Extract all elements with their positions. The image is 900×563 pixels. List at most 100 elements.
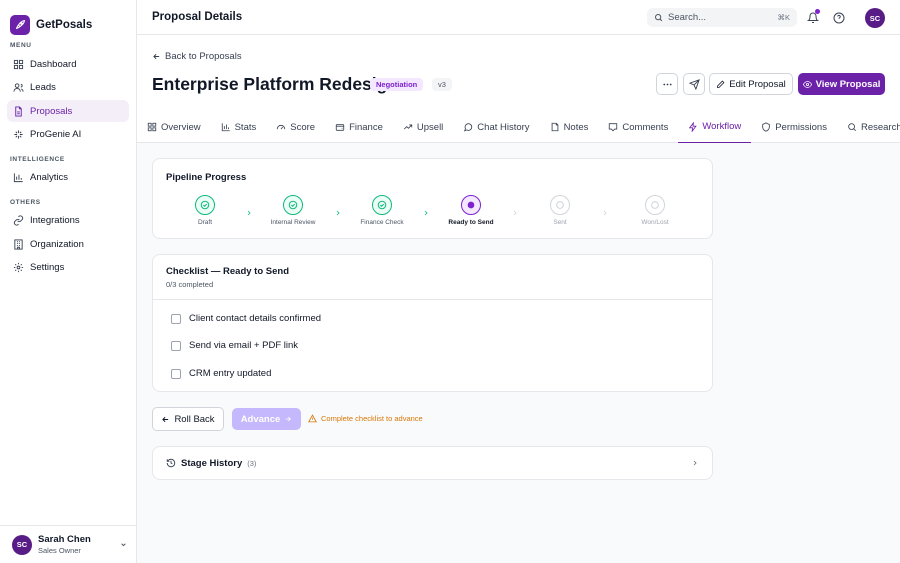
- tab-score[interactable]: Score: [266, 111, 325, 143]
- stage-internal-review[interactable]: Internal Review: [263, 195, 323, 226]
- building-icon: [13, 239, 24, 250]
- gear-icon: [13, 262, 24, 273]
- chevron-right-icon: [334, 204, 342, 216]
- stage-label: Ready to Send: [448, 219, 494, 226]
- tab-overview[interactable]: Overview: [137, 111, 211, 143]
- user-profile[interactable]: SC Sarah Chen Sales Owner: [0, 525, 136, 563]
- circle-icon: [645, 195, 665, 215]
- edit-proposal-button[interactable]: Edit Proposal: [709, 73, 793, 95]
- checklist-item[interactable]: Client contact details confirmed: [171, 313, 321, 324]
- tab-chat-history[interactable]: Chat History: [453, 111, 539, 143]
- warning-icon: [308, 414, 317, 423]
- stage-history-title: Stage History: [181, 457, 243, 469]
- tab-upsell[interactable]: Upsell: [393, 111, 453, 143]
- tab-finance[interactable]: Finance: [325, 111, 393, 143]
- checkbox[interactable]: [171, 368, 181, 379]
- chat-icon: [464, 123, 473, 132]
- tab-label: Comments: [622, 121, 669, 133]
- tab-research[interactable]: Research: [837, 111, 900, 143]
- tab-workflow[interactable]: Workflow: [678, 111, 752, 143]
- sidebar-item-progenie[interactable]: ProGenie AI: [7, 124, 129, 146]
- sidebar-item-dashboard[interactable]: Dashboard: [7, 53, 129, 75]
- arrow-left-icon: [162, 416, 169, 422]
- pencil-icon: [717, 80, 725, 88]
- check-circle-icon: [195, 195, 215, 215]
- sidebar-item-label: Dashboard: [30, 58, 77, 70]
- tab-label: Upsell: [416, 121, 444, 133]
- eye-icon: [802, 80, 812, 88]
- divider: [153, 299, 712, 300]
- advance-button[interactable]: Advance: [232, 408, 301, 430]
- arrow-left-icon: [153, 53, 160, 60]
- menu-section-title: MENU: [10, 42, 32, 49]
- page-title: Proposal Details: [152, 11, 243, 23]
- checklist-item[interactable]: CRM entry updated: [171, 368, 271, 379]
- search-icon: [848, 123, 857, 132]
- help-icon[interactable]: [832, 11, 845, 24]
- sidebar: GetPosals MENU Dashboard Leads Proposals…: [0, 0, 137, 563]
- sidebar-item-label: Integrations: [30, 215, 80, 227]
- sidebar-item-label: Organization: [30, 238, 84, 250]
- tab-permissions[interactable]: Permissions: [751, 111, 837, 143]
- status-badge: Negotiation: [370, 78, 424, 91]
- chevron-up-down-icon[interactable]: [119, 536, 128, 554]
- checkbox[interactable]: [171, 313, 181, 324]
- stage-won-lost[interactable]: Won/Lost: [625, 195, 685, 226]
- sidebar-item-settings[interactable]: Settings: [7, 257, 129, 279]
- tab-bar: Overview Stats Score Finance Upsell Chat…: [137, 111, 900, 143]
- bar-chart-icon: [13, 172, 24, 183]
- sidebar-item-label: Analytics: [30, 172, 69, 184]
- search-placeholder: Search...: [668, 12, 707, 23]
- stage-sent[interactable]: Sent: [530, 195, 590, 226]
- advance-label: Advance: [240, 413, 281, 425]
- notification-dot: [815, 9, 820, 14]
- edit-proposal-label: Edit Proposal: [729, 78, 786, 90]
- view-proposal-button[interactable]: View Proposal: [798, 73, 885, 95]
- stage-ready-to-send[interactable]: Ready to Send: [441, 195, 501, 226]
- checkbox[interactable]: [171, 340, 181, 351]
- checklist-progress: 0/3 completed: [166, 280, 214, 289]
- sidebar-item-integrations[interactable]: Integrations: [7, 210, 129, 232]
- sidebar-item-leads[interactable]: Leads: [7, 77, 129, 99]
- wallet-icon: [335, 124, 345, 131]
- topbar: Proposal Details Search... ⌘K SC: [137, 0, 900, 35]
- view-proposal-label: View Proposal: [815, 78, 881, 90]
- sidebar-item-label: Proposals: [30, 105, 73, 117]
- sidebar-item-organization[interactable]: Organization: [7, 233, 129, 255]
- proposal-title: Enterprise Platform Redesign: [152, 74, 399, 94]
- user-name: Sarah Chen: [38, 534, 91, 545]
- stage-finance-check[interactable]: Finance Check: [352, 195, 412, 226]
- tab-label: Score: [290, 121, 316, 133]
- tab-comments[interactable]: Comments: [598, 111, 678, 143]
- stage-history-card[interactable]: Stage History (3): [152, 446, 713, 480]
- user-role: Sales Owner: [38, 546, 81, 555]
- avatar[interactable]: SC: [865, 8, 885, 28]
- brand[interactable]: GetPosals: [0, 0, 136, 40]
- roll-back-button[interactable]: Roll Back: [152, 407, 224, 431]
- search-icon: [655, 14, 663, 22]
- checklist-item-label: Client contact details confirmed: [189, 313, 322, 324]
- sidebar-item-analytics[interactable]: Analytics: [7, 167, 129, 189]
- stage-draft[interactable]: Draft: [175, 195, 235, 226]
- search-input[interactable]: Search... ⌘K: [647, 8, 797, 27]
- checklist-item[interactable]: Send via email + PDF link: [171, 340, 298, 351]
- chevron-right-icon: [693, 460, 697, 466]
- sidebar-item-proposals[interactable]: Proposals: [7, 100, 129, 123]
- back-link[interactable]: Back to Proposals: [152, 51, 242, 62]
- tab-label: Chat History: [477, 121, 530, 133]
- send-button[interactable]: [683, 73, 705, 95]
- bell-icon[interactable]: [806, 9, 820, 24]
- tab-stats[interactable]: Stats: [211, 111, 267, 143]
- shield-icon: [762, 122, 770, 132]
- advance-warning: Complete checklist to advance: [308, 414, 423, 423]
- stage-label: Finance Check: [360, 219, 404, 226]
- more-button[interactable]: [656, 73, 678, 95]
- current-stage-icon: [461, 195, 481, 215]
- tab-notes[interactable]: Notes: [540, 111, 599, 143]
- stage-label: Won/Lost: [641, 219, 669, 226]
- main-content: Proposal Details Search... ⌘K SC Back to…: [137, 0, 900, 563]
- tab-label: Overview: [161, 121, 201, 133]
- brand-name: GetPosals: [36, 19, 93, 31]
- avatar: SC: [12, 534, 32, 555]
- version-badge: v3: [432, 78, 452, 91]
